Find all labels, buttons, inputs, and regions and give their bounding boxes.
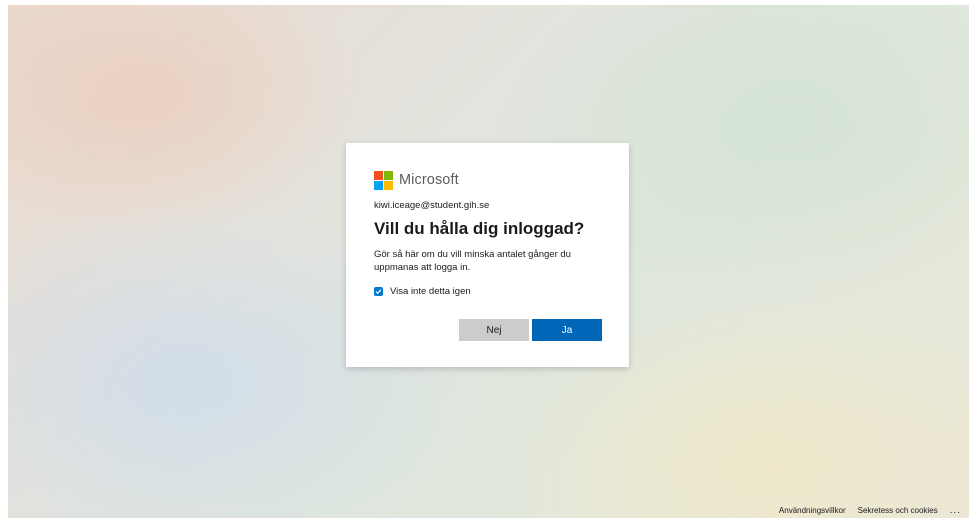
dont-show-again-checkbox[interactable]: Visa inte detta igen (374, 286, 601, 297)
privacy-link[interactable]: Sekretess och cookies (858, 506, 938, 515)
no-button[interactable]: Nej (459, 319, 529, 341)
yes-button[interactable]: Ja (532, 319, 602, 341)
footer: Användningsvillkor Sekretess och cookies… (779, 505, 961, 515)
more-options-icon[interactable]: ... (950, 505, 961, 515)
dialog-title: Vill du hålla dig inloggad? (374, 219, 585, 238)
checkbox-label: Visa inte detta igen (390, 286, 471, 297)
account-email: kiwi.iceage@student.gih.se (374, 200, 490, 211)
microsoft-logo-icon (374, 170, 393, 190)
brand-name: Microsoft (399, 172, 459, 188)
page-background: Microsoft kiwi.iceage@student.gih.se Vil… (8, 5, 969, 518)
stay-signed-in-dialog: Microsoft kiwi.iceage@student.gih.se Vil… (346, 143, 629, 367)
dialog-buttons: Nej Ja (459, 319, 602, 341)
dialog-description: Gör så här om du vill minska antalet gån… (374, 249, 571, 273)
microsoft-brand: Microsoft (374, 170, 601, 190)
terms-link[interactable]: Användningsvillkor (779, 506, 846, 515)
checkbox-checked-icon[interactable] (374, 287, 383, 296)
